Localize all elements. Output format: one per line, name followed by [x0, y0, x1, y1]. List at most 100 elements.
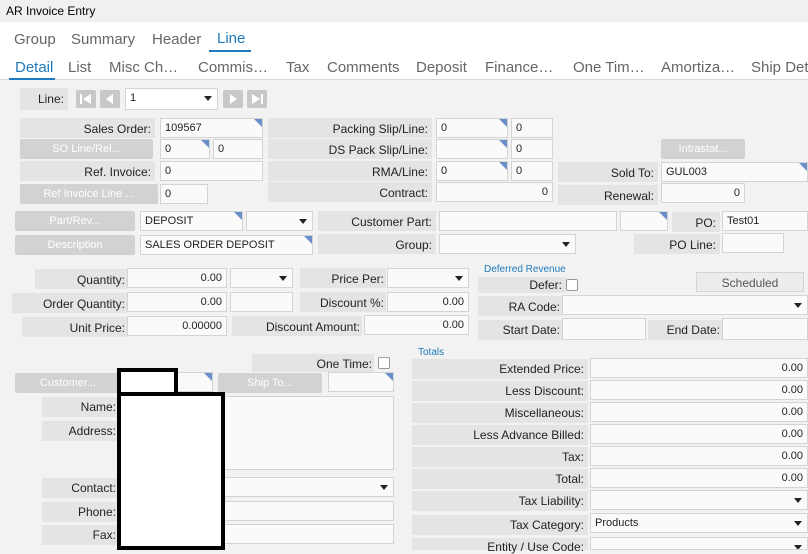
tab-header[interactable]: Header	[152, 31, 201, 48]
discount-percent-field[interactable]: 0.00	[387, 292, 469, 312]
quantity-label: Quantity:	[76, 273, 125, 287]
less-discount-field[interactable]: 0.00	[590, 380, 808, 400]
customer-part-label: Customer Part:	[351, 215, 432, 229]
revision-select[interactable]	[246, 211, 313, 231]
end-date-label: End Date:	[666, 323, 720, 337]
tab-finance[interactable]: Finance…	[485, 59, 553, 76]
order-quantity-field[interactable]: 0.00	[127, 292, 227, 312]
so-line-rel-button[interactable]: SO Line/Rel...	[20, 139, 153, 159]
title-bar: AR Invoice Entry	[0, 0, 808, 22]
part-field[interactable]: DEPOSIT	[140, 211, 243, 231]
po-label: PO:	[695, 216, 716, 230]
total-field[interactable]: 0.00	[590, 468, 808, 488]
extended-price-label: Extended Price:	[499, 362, 584, 376]
order-quantity-uom-field[interactable]	[230, 292, 293, 312]
tab-detail[interactable]: Detail	[15, 59, 53, 76]
last-record-button[interactable]	[247, 90, 267, 108]
first-record-button[interactable]	[76, 90, 96, 108]
price-per-select[interactable]	[387, 268, 469, 288]
po-line-label: PO Line:	[669, 238, 716, 252]
ds-pack-slip-label: DS Pack Slip/Line:	[328, 143, 428, 157]
tab-line[interactable]: Line	[217, 30, 245, 47]
end-date-field[interactable]	[722, 318, 808, 340]
ref-invoice-line-field[interactable]: 0	[160, 184, 208, 204]
sales-order-label: Sales Order:	[83, 122, 151, 136]
discount-amount-field[interactable]: 0.00	[364, 315, 469, 335]
tab-comments[interactable]: Comments	[327, 59, 400, 76]
description-field[interactable]: SALES ORDER DEPOSIT	[140, 235, 313, 255]
sold-to-field[interactable]: GUL003	[661, 162, 808, 182]
deferred-revenue-section-title: Deferred Revenue	[484, 264, 566, 275]
tab-one-time[interactable]: One Tim…	[573, 59, 645, 76]
group-select[interactable]	[439, 234, 576, 254]
tab-line-underline	[209, 50, 251, 52]
tax-liability-label: Tax Liability:	[518, 494, 584, 508]
packing-line-field[interactable]: 0	[511, 118, 553, 138]
tab-misc-charges[interactable]: Misc Ch…	[109, 59, 178, 76]
defer-checkbox[interactable]	[566, 279, 578, 291]
scheduled-button[interactable]: Scheduled	[696, 272, 804, 292]
tab-commissions[interactable]: Commis…	[198, 59, 268, 76]
description-button[interactable]: Description	[15, 235, 135, 255]
entity-use-code-select[interactable]	[590, 537, 808, 550]
miscellaneous-field[interactable]: 0.00	[590, 402, 808, 422]
less-advance-billed-field[interactable]: 0.00	[590, 424, 808, 444]
unit-price-label: Unit Price:	[69, 321, 125, 335]
packing-slip-field[interactable]: 0	[436, 118, 508, 138]
tax-liability-select[interactable]	[590, 490, 808, 510]
ship-to-field[interactable]	[328, 372, 394, 392]
ship-to-button[interactable]: Ship To...	[218, 373, 322, 393]
tab-amortization[interactable]: Amortiza…	[661, 59, 735, 76]
customer-part-field[interactable]	[439, 211, 617, 231]
sold-to-label: Sold To:	[610, 166, 654, 180]
phone-label: Phone:	[77, 505, 116, 519]
tab-deposit[interactable]: Deposit	[416, 59, 467, 76]
ref-invoice-line-button[interactable]: Ref Invoice Line ...	[20, 184, 158, 204]
po-field[interactable]: Test01	[722, 211, 808, 231]
tab-ship-detail[interactable]: Ship Det	[751, 59, 808, 76]
next-record-icon	[230, 94, 237, 104]
total-label: Total:	[555, 472, 584, 486]
one-time-checkbox[interactable]	[378, 357, 390, 369]
ds-pack-line-field[interactable]: 0	[511, 139, 553, 159]
last-record-icon	[252, 94, 263, 104]
contract-field[interactable]: 0	[436, 182, 553, 202]
quantity-uom-select[interactable]	[230, 268, 293, 288]
so-rel-field[interactable]: 0	[213, 139, 263, 159]
ds-pack-slip-field[interactable]	[436, 139, 508, 159]
previous-record-button[interactable]	[100, 90, 120, 108]
tax-category-select[interactable]: Products	[590, 513, 808, 533]
one-time-label: One Time:	[316, 357, 372, 371]
entity-use-code-label: Entity / Use Code:	[487, 540, 584, 554]
part-rev-button[interactable]: Part/Rev...	[15, 211, 135, 231]
line-number-select[interactable]: 1	[125, 88, 218, 110]
customer-part-rev-field[interactable]	[620, 211, 668, 231]
tab-summary[interactable]: Summary	[71, 31, 135, 48]
rma-line-field[interactable]: 0	[511, 161, 553, 181]
redaction-box-large	[117, 392, 225, 550]
so-line-field[interactable]: 0	[160, 139, 210, 159]
tab-detail-underline	[9, 78, 55, 80]
quantity-field[interactable]: 0.00	[127, 268, 227, 288]
intrastat-button[interactable]: Intrastat...	[661, 139, 745, 159]
unit-price-field[interactable]: 0.00000	[127, 316, 227, 336]
po-line-field[interactable]	[722, 233, 784, 253]
sales-order-field[interactable]: 109567	[160, 118, 263, 138]
renewal-label: Renewal:	[603, 189, 654, 203]
renewal-field[interactable]: 0	[661, 183, 745, 203]
tax-field[interactable]: 0.00	[590, 446, 808, 466]
ref-invoice-field[interactable]: 0	[160, 161, 263, 181]
line-label: Line:	[37, 92, 64, 106]
ra-code-select[interactable]	[562, 295, 808, 315]
rma-field[interactable]: 0	[436, 161, 508, 181]
tab-tax[interactable]: Tax	[286, 59, 309, 76]
customer-button[interactable]: Customer...	[15, 373, 121, 393]
tab-list[interactable]: List	[68, 59, 91, 76]
rma-line-label: RMA/Line:	[371, 165, 428, 179]
tab-group[interactable]: Group	[14, 31, 56, 48]
ref-invoice-label: Ref. Invoice:	[84, 165, 151, 179]
start-date-field[interactable]	[562, 318, 646, 340]
extended-price-field[interactable]: 0.00	[590, 358, 808, 378]
contact-label: Contact:	[71, 481, 116, 495]
next-record-button[interactable]	[223, 90, 243, 108]
